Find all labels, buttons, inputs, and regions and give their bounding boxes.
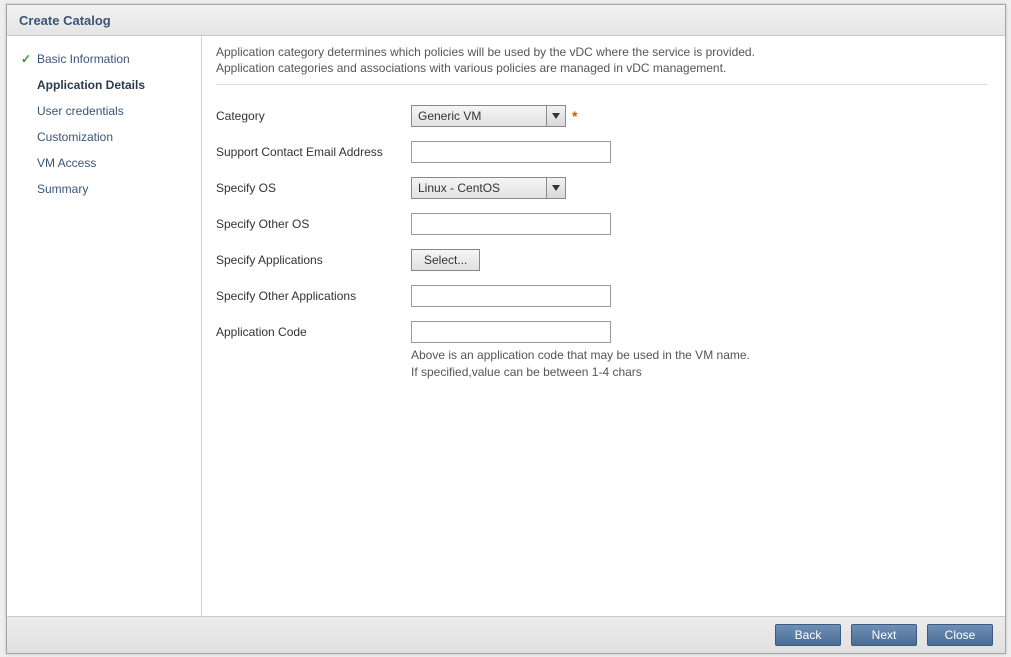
next-button[interactable]: Next (851, 624, 917, 646)
category-value: Generic VM (412, 106, 546, 126)
label-category: Category (216, 109, 411, 123)
application-code-input[interactable] (411, 321, 611, 343)
chevron-down-icon (546, 178, 565, 198)
dialog-title-text: Create Catalog (19, 13, 111, 28)
row-other-os: Specify Other OS (216, 213, 987, 235)
dialog-title: Create Catalog (7, 5, 1005, 36)
label-applications: Specify Applications (216, 253, 411, 267)
wizard-step-vm-access[interactable]: VM Access (15, 150, 195, 176)
row-other-applications: Specify Other Applications (216, 285, 987, 307)
category-dropdown[interactable]: Generic VM (411, 105, 566, 127)
label-other-applications: Specify Other Applications (216, 289, 411, 303)
wizard-sidebar: ✓ Basic Information Application Details … (7, 36, 202, 616)
select-applications-button[interactable]: Select... (411, 249, 480, 271)
wizard-step-label: Customization (37, 130, 113, 144)
intro-text: Application category determines which po… (216, 44, 987, 85)
support-email-input[interactable] (411, 141, 611, 163)
row-category: Category Generic VM * (216, 105, 987, 127)
main-content: Application category determines which po… (202, 36, 1005, 616)
other-applications-input[interactable] (411, 285, 611, 307)
os-value: Linux - CentOS (412, 178, 546, 198)
wizard-step-label: Application Details (37, 78, 145, 92)
application-code-hint: Above is an application code that may be… (411, 347, 750, 381)
row-application-code-hint: Above is an application code that may be… (216, 347, 987, 381)
dialog-footer: Back Next Close (7, 616, 1005, 653)
wizard-step-summary[interactable]: Summary (15, 176, 195, 202)
os-dropdown[interactable]: Linux - CentOS (411, 177, 566, 199)
wizard-step-label: VM Access (37, 156, 96, 170)
wizard-step-user-credentials[interactable]: User credentials (15, 98, 195, 124)
check-icon: ✓ (21, 52, 37, 66)
wizard-step-customization[interactable]: Customization (15, 124, 195, 150)
required-asterisk-icon: * (572, 108, 577, 124)
row-os: Specify OS Linux - CentOS (216, 177, 987, 199)
wizard-step-label: Summary (37, 182, 88, 196)
chevron-down-icon (546, 106, 565, 126)
other-os-input[interactable] (411, 213, 611, 235)
close-button[interactable]: Close (927, 624, 993, 646)
hint-line: Above is an application code that may be… (411, 347, 750, 364)
row-support-email: Support Contact Email Address (216, 141, 987, 163)
intro-line: Application categories and associations … (216, 60, 987, 76)
row-application-code: Application Code (216, 321, 987, 343)
row-applications: Specify Applications Select... (216, 249, 987, 271)
back-button[interactable]: Back (775, 624, 841, 646)
hint-line: If specified,value can be between 1-4 ch… (411, 364, 750, 381)
intro-line: Application category determines which po… (216, 44, 987, 60)
wizard-step-label: User credentials (37, 104, 124, 118)
label-os: Specify OS (216, 181, 411, 195)
dialog: Create Catalog ✓ Basic Information Appli… (6, 4, 1006, 654)
wizard-step-label: Basic Information (37, 52, 130, 66)
wizard-step-basic-information[interactable]: ✓ Basic Information (15, 46, 195, 72)
label-support-email: Support Contact Email Address (216, 145, 411, 159)
dialog-body: ✓ Basic Information Application Details … (7, 36, 1005, 616)
wizard-step-application-details[interactable]: Application Details (15, 72, 195, 98)
label-other-os: Specify Other OS (216, 217, 411, 231)
label-application-code: Application Code (216, 325, 411, 339)
